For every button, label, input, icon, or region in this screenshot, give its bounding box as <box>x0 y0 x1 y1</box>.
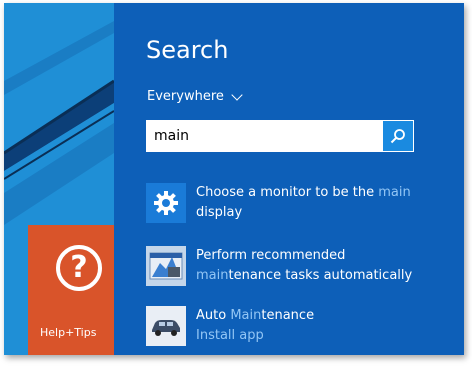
maintenance-icon <box>146 246 186 286</box>
result-text: Auto Maintenance Install app <box>196 306 421 346</box>
result-text: Choose a monitor to be the main display <box>196 183 421 223</box>
result-text-part: display <box>196 205 243 220</box>
result-highlight: main <box>196 268 229 283</box>
result-highlight: Main <box>230 308 262 323</box>
search-box <box>146 120 414 152</box>
gear-icon <box>146 183 186 223</box>
result-text-part: tenance tasks automatically <box>228 268 413 283</box>
result-text-part: Perform recommended <box>196 248 346 263</box>
search-scope-label: Everywhere <box>147 89 224 104</box>
result-text-part: Choose a monitor to be the <box>196 185 379 200</box>
search-result[interactable]: Auto Maintenance Install app <box>146 306 421 346</box>
search-result[interactable]: Choose a monitor to be the main display <box>146 183 421 223</box>
help-tips-tile[interactable]: ? Help+Tips <box>28 225 114 355</box>
search-title: Search <box>146 36 229 64</box>
result-text-part: tenance <box>261 308 315 323</box>
search-button[interactable] <box>383 121 413 151</box>
search-pane: Search Everywhere main Choose a monitor … <box>114 3 464 355</box>
result-text-part: Auto <box>196 308 231 323</box>
result-text: Perform recommended maintenance tasks au… <box>196 246 421 286</box>
search-result[interactable]: Perform recommended maintenance tasks au… <box>146 246 421 286</box>
car-icon <box>146 306 186 346</box>
question-icon: ? <box>56 245 102 291</box>
search-input[interactable] <box>146 127 378 145</box>
screenshot-frame: ? Help+Tips Search Everywhere main Choos… <box>4 3 464 355</box>
tile-label: Help+Tips <box>40 326 97 339</box>
search-icon <box>390 129 405 144</box>
chevron-down-icon <box>231 88 243 101</box>
search-scope-dropdown[interactable]: Everywhere <box>147 88 243 104</box>
desktop-background: ? Help+Tips <box>4 3 114 355</box>
install-app-link[interactable]: Install app <box>196 326 421 346</box>
result-highlight: main <box>378 185 411 200</box>
